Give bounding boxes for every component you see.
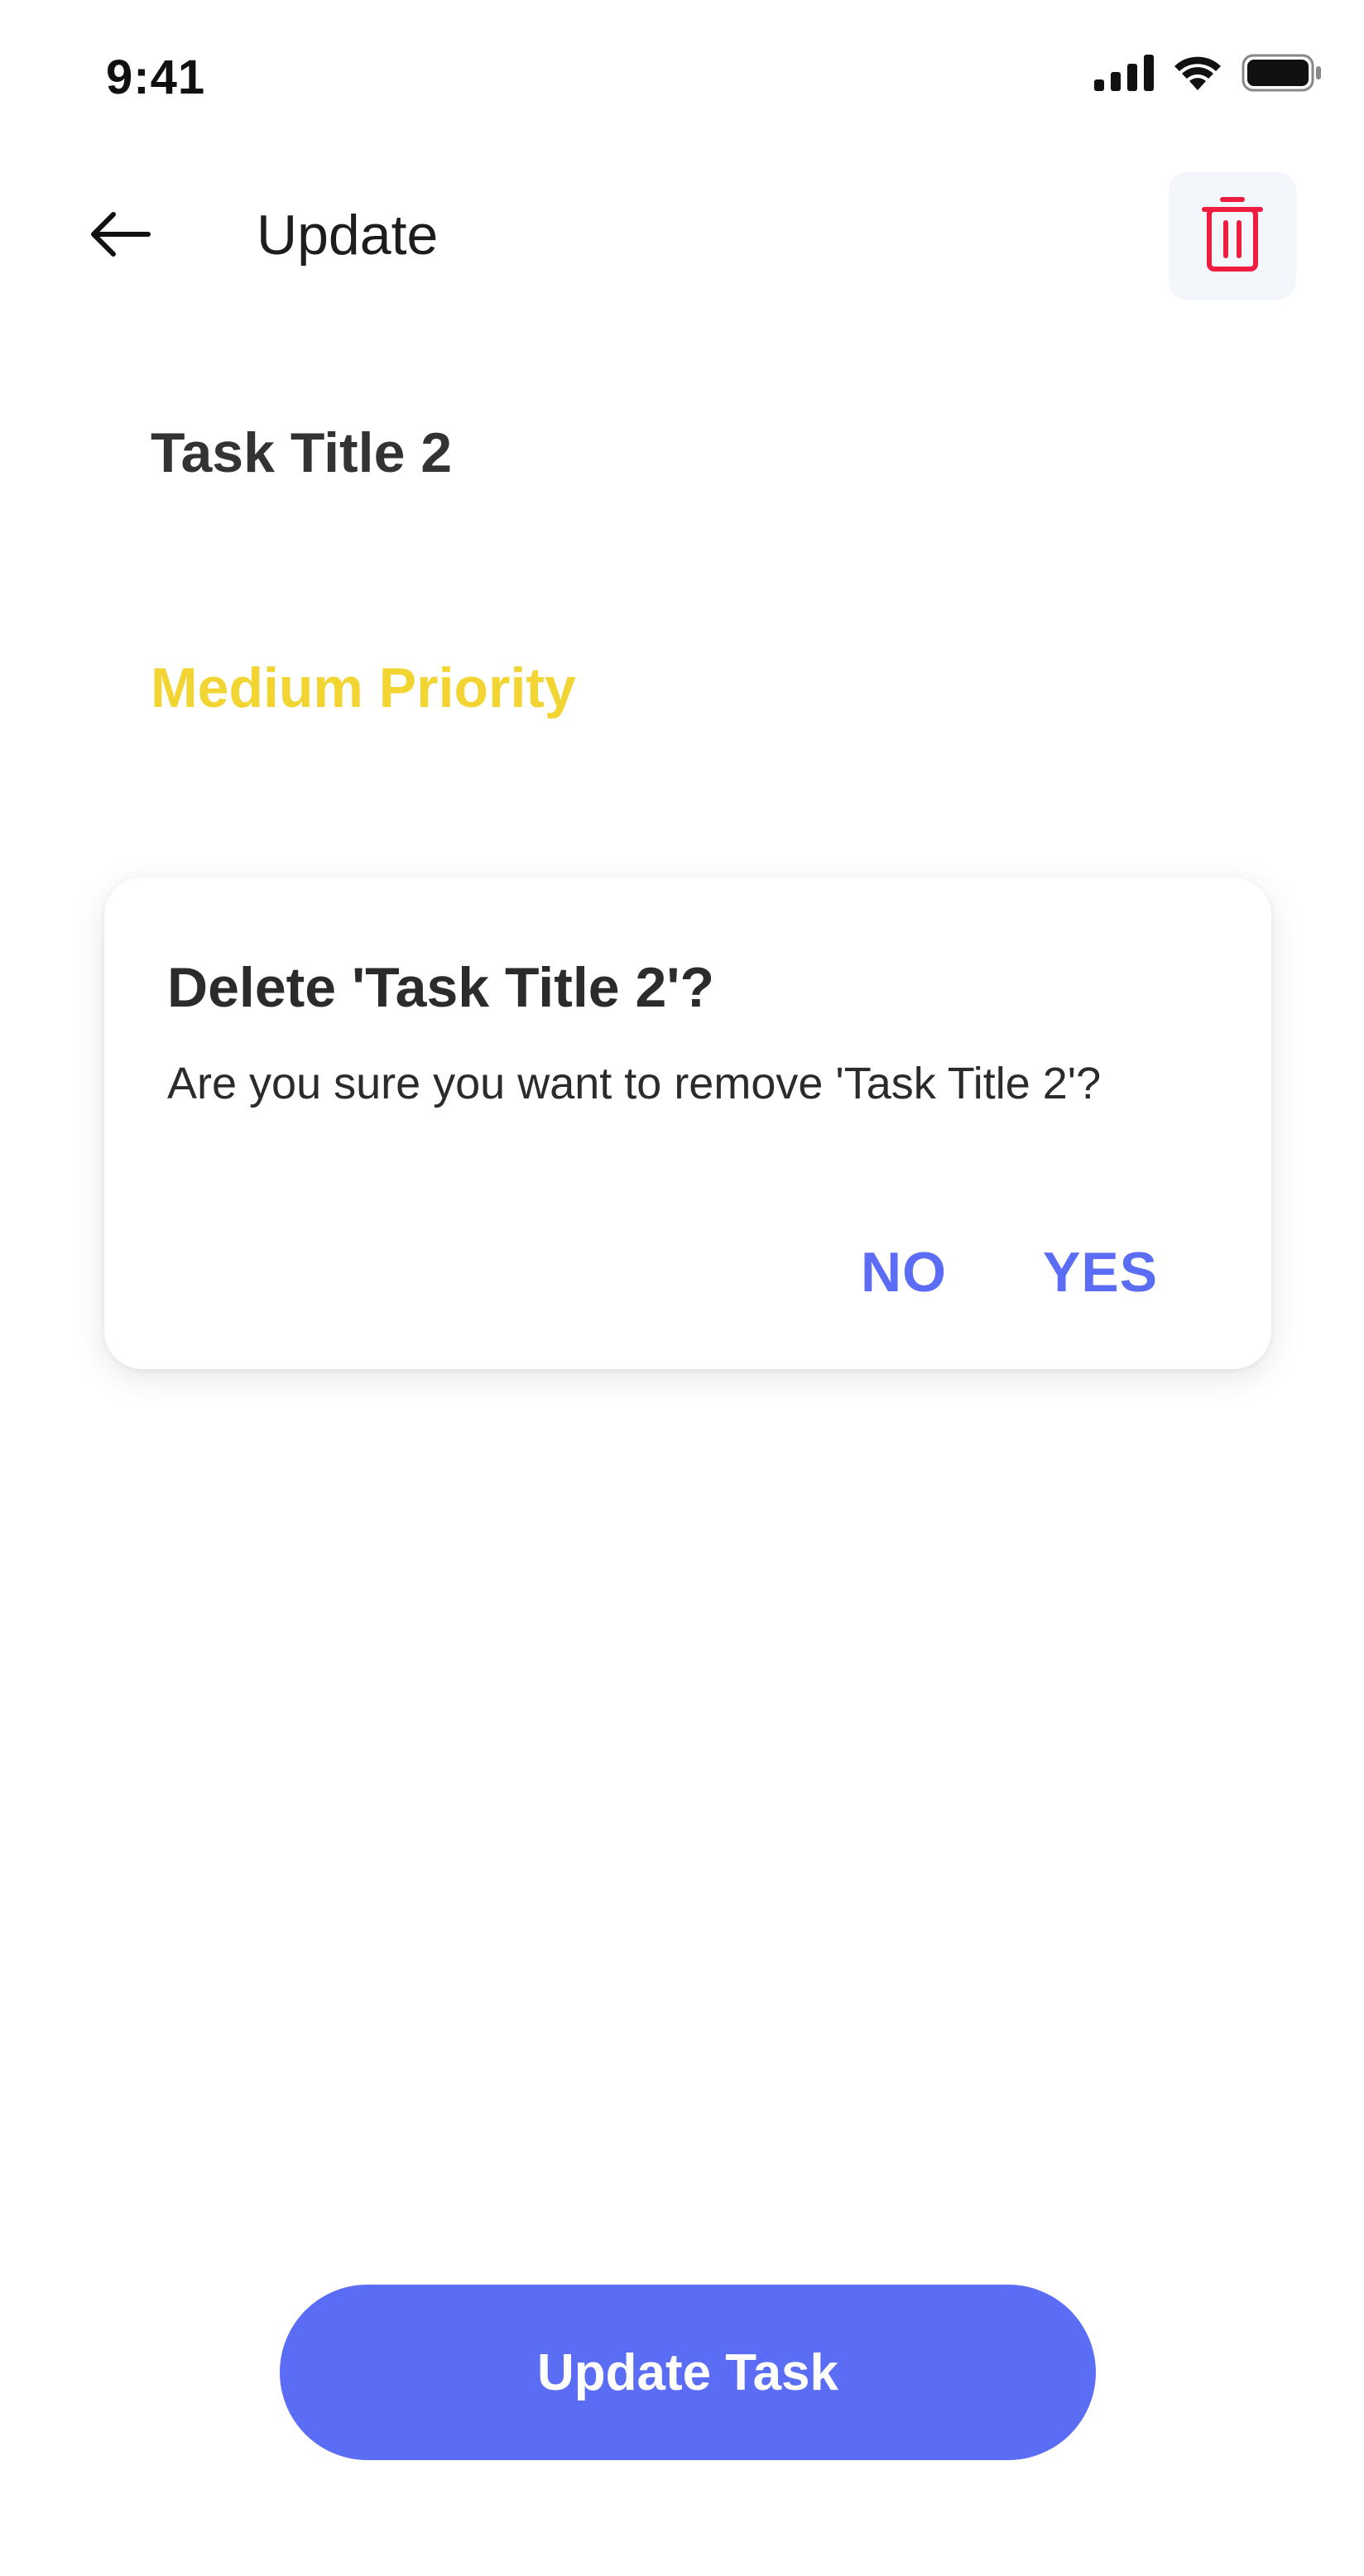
update-task-button[interactable]: Update Task	[280, 2285, 1096, 2460]
wifi-icon	[1172, 54, 1223, 96]
delete-button[interactable]	[1169, 172, 1296, 300]
dialog-title: Delete 'Task Title 2'?	[167, 956, 714, 1019]
dialog-message: Are you sure you want to remove 'Task Ti…	[167, 1059, 1102, 1108]
cellular-signal-icon	[1094, 54, 1154, 95]
trash-icon	[1201, 196, 1264, 276]
task-priority[interactable]: Medium Priority	[151, 656, 576, 720]
status-icons	[1094, 51, 1323, 98]
dialog-no-button[interactable]: NO	[861, 1240, 947, 1305]
dialog-yes-button[interactable]: YES	[1043, 1240, 1158, 1305]
battery-icon	[1242, 54, 1323, 96]
arrow-left-icon	[89, 209, 151, 263]
back-button[interactable]	[83, 199, 157, 273]
delete-confirmation-dialog: Delete 'Task Title 2'? Are you sure you …	[104, 877, 1271, 1369]
update-task-screen: 9:41 Update Task Title 2 Medium Priority…	[0, 0, 1364, 2576]
page-title: Update	[257, 204, 439, 267]
task-title[interactable]: Task Title 2	[151, 421, 452, 485]
update-task-label: Update Task	[536, 2343, 839, 2401]
status-time: 9:41	[106, 50, 206, 104]
